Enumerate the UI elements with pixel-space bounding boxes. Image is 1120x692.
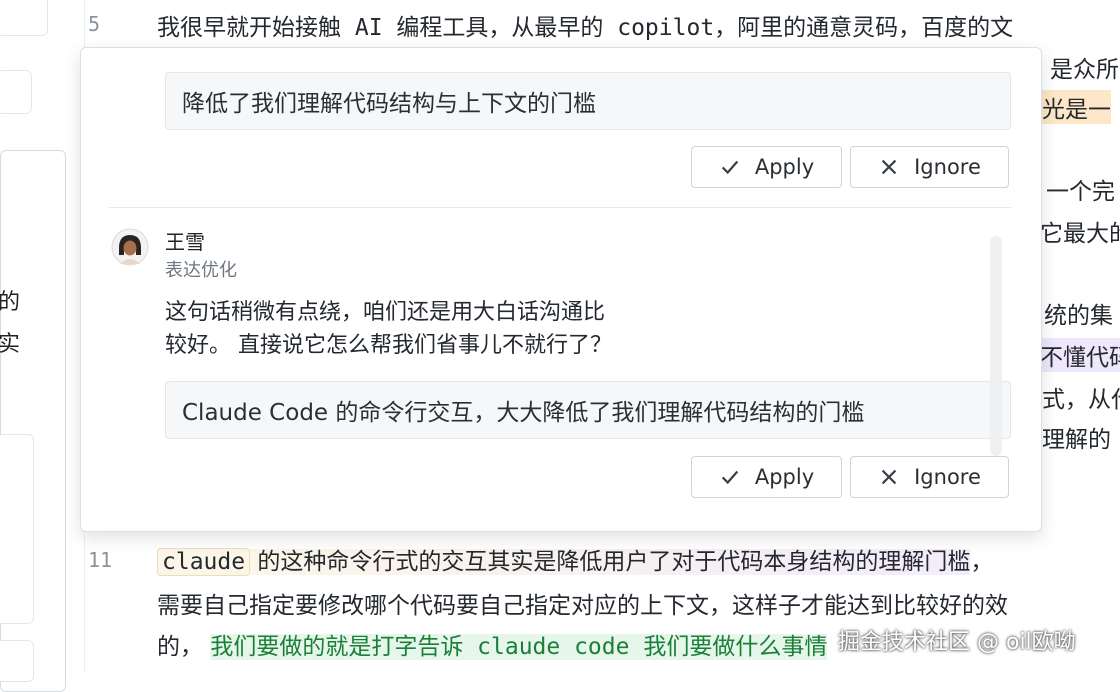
text-span: 的， xyxy=(157,634,203,660)
text-span: ， xyxy=(970,549,994,575)
editor-line-5[interactable]: 我很早就开始接触 AI 编程工具，从最早的 copilot，阿里的通意灵码，百度… xyxy=(157,8,1013,42)
editor-fragment: 理解的 xyxy=(1042,427,1111,453)
editor-line-11[interactable]: claude 的这种命令行式的交互其实是降低用户了对于代码本身结构的理解门槛， xyxy=(157,542,993,576)
sidebar-card-4[interactable] xyxy=(0,640,34,682)
sidebar-card-2[interactable] xyxy=(0,70,32,114)
suggestion-popup: 降低了我们理解代码结构与上下文的门槛 Apply Ignore 王雪 表达优化 … xyxy=(80,47,1042,532)
suggestion-text-box: 降低了我们理解代码结构与上下文的门槛 xyxy=(165,72,1011,130)
apply-label: Apply xyxy=(754,155,815,179)
apply-label: Apply xyxy=(754,465,815,489)
editor-fragment: 一个完 xyxy=(1046,179,1115,205)
editor-fragment: 式，从代 xyxy=(1042,387,1120,413)
sidebar-text-2: 实 xyxy=(0,332,21,357)
check-icon xyxy=(721,470,739,485)
comment-category: 表达优化 xyxy=(165,260,237,281)
editor-fragment: 是众所 xyxy=(1050,57,1119,83)
line-number: 5 xyxy=(88,12,101,36)
inline-code: claude xyxy=(157,548,251,576)
sidebar-card-3[interactable] xyxy=(0,434,34,624)
editor-line-13[interactable]: 的， 我们要做的就是打字告诉 claude code 我们要做什么事情 xyxy=(157,627,828,661)
suggestion-text-box: Claude Code 的命令行交互，大大降低了我们理解代码结构的门槛 xyxy=(165,381,1011,439)
watermark: 掘金技术社区 @ oil欧呦 xyxy=(838,630,1076,655)
scrollbar[interactable] xyxy=(990,236,1002,456)
editor-fragment: 统的集 xyxy=(1044,303,1113,329)
editor-fragment-highlight[interactable]: 不懂代码 xyxy=(1040,338,1120,372)
comment-line-1: 这句话稍微有点绕，咱们还是用大白话沟通比 xyxy=(165,300,606,325)
sidebar-card-top[interactable] xyxy=(0,0,48,36)
divider xyxy=(109,207,1011,208)
user-avatar xyxy=(111,228,149,266)
ignore-label: Ignore xyxy=(914,155,981,179)
highlight-span-green[interactable]: 我们要做的就是打字告诉 claude code 我们要做什么事情 xyxy=(210,634,828,660)
apply-button[interactable]: Apply xyxy=(691,456,842,498)
suggestion-text: Claude Code 的命令行交互，大大降低了我们理解代码结构的门槛 xyxy=(182,400,865,426)
comment-author: 王雪 xyxy=(165,230,205,254)
highlight-span[interactable]: 的这种命令行式的交互其实是降低用户了对于代码本身结构的理解门槛 xyxy=(250,549,971,575)
suggestion-text: 降低了我们理解代码结构与上下文的门槛 xyxy=(182,91,596,117)
editor-fragment: 它最大的 xyxy=(1040,221,1120,247)
editor-fragment-highlight[interactable]: 光是一 xyxy=(1042,90,1111,124)
ignore-button[interactable]: Ignore xyxy=(850,456,1009,498)
sidebar-text-1: 的 xyxy=(0,290,21,315)
ignore-label: Ignore xyxy=(914,465,981,489)
ignore-button[interactable]: Ignore xyxy=(850,146,1009,188)
apply-button[interactable]: Apply xyxy=(691,146,842,188)
comment-text: 这句话稍微有点绕，咱们还是用大白话沟通比 较好。 直接说它怎么帮我们省事儿不就行… xyxy=(165,296,612,362)
editor-line-12[interactable]: 需要自己指定要修改哪个代码要自己指定对应的上下文，这样子才能达到比较好的效 xyxy=(157,586,1008,620)
close-icon xyxy=(881,469,897,485)
close-icon xyxy=(881,159,897,175)
check-icon xyxy=(721,160,739,175)
line-number: 11 xyxy=(88,548,113,572)
comment-line-2: 较好。 直接说它怎么帮我们省事儿不就行了？ xyxy=(165,333,612,358)
